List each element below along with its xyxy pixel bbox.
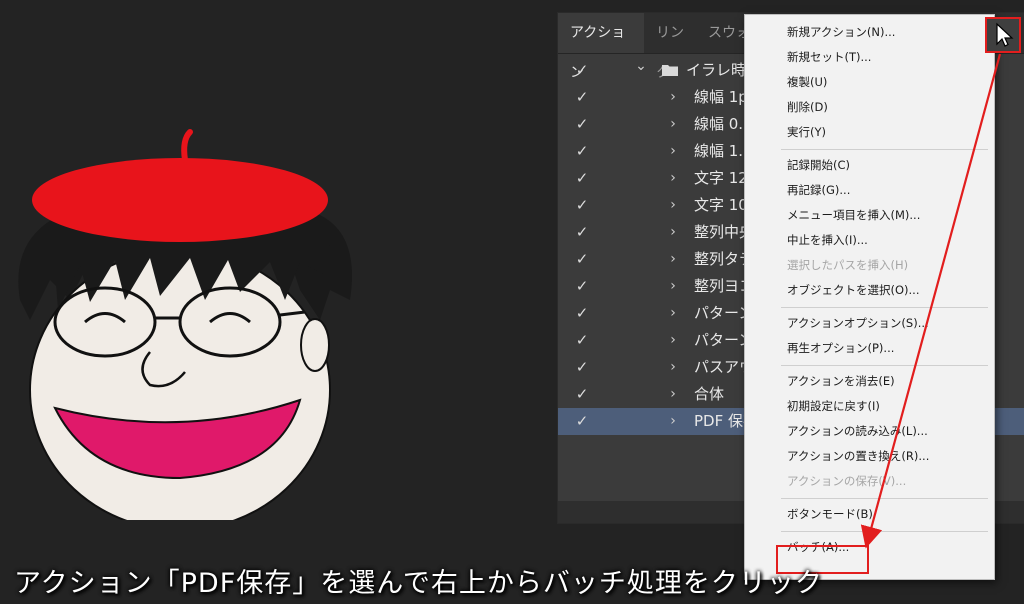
toggle-check-icon[interactable]: ✓	[572, 273, 592, 300]
toggle-check-icon[interactable]: ✓	[572, 327, 592, 354]
toggle-check-icon[interactable]: ✓	[572, 84, 592, 111]
folder-icon	[662, 65, 678, 76]
chevron-right-icon[interactable]: ›	[666, 327, 680, 354]
menu-separator	[781, 307, 988, 308]
menu-item[interactable]: 初期設定に戻す(I)	[787, 395, 880, 417]
toggle-check-icon[interactable]: ✓	[572, 111, 592, 138]
menu-item[interactable]: アクションの読み込み(L)...	[787, 420, 928, 442]
chevron-right-icon[interactable]: ›	[666, 246, 680, 273]
chevron-right-icon[interactable]: ›	[666, 273, 680, 300]
chevron-right-icon[interactable]: ›	[666, 219, 680, 246]
beret-stem	[181, 129, 193, 163]
ear	[300, 318, 330, 372]
tab-links[interactable]: リンク	[644, 13, 696, 81]
chevron-right-icon[interactable]: ›	[666, 84, 680, 111]
toggle-check-icon[interactable]: ✓	[572, 219, 592, 246]
menu-separator	[781, 498, 988, 499]
toggle-check-icon[interactable]: ✓	[572, 246, 592, 273]
character-illustration	[18, 129, 352, 520]
menu-item[interactable]: 再記録(G)...	[787, 179, 850, 201]
menu-item[interactable]: アクションオプション(S)...	[787, 312, 929, 334]
toggle-check-icon[interactable]: ✓	[572, 381, 592, 408]
chevron-right-icon[interactable]: ›	[666, 381, 680, 408]
menu-item[interactable]: 新規セット(T)...	[787, 46, 871, 68]
menu-separator	[781, 365, 988, 366]
menu-item[interactable]: オブジェクトを選択(O)...	[787, 279, 920, 301]
chevron-right-icon[interactable]: ›	[666, 111, 680, 138]
panel-flyout-menu: 新規アクション(N)... 新規セット(T)... 複製(U) 削除(D) 実行(Y) 記…	[744, 14, 995, 580]
menu-item[interactable]: 削除(D)	[787, 96, 828, 118]
toggle-check-icon[interactable]: ✓	[572, 165, 592, 192]
menu-item[interactable]: 新規アクション(N)...	[787, 21, 895, 43]
chevron-right-icon[interactable]: ›	[666, 192, 680, 219]
menu-separator	[781, 149, 988, 150]
menu-item[interactable]: メニュー項目を挿入(M)...	[787, 204, 920, 226]
menu-item: 選択したパスを挿入(H)	[787, 258, 909, 272]
toggle-check-icon[interactable]: ✓	[572, 354, 592, 381]
menu-button-highlight	[985, 17, 1021, 53]
chevron-right-icon[interactable]: ›	[666, 138, 680, 165]
menu-item[interactable]: 中止を挿入(I)...	[787, 229, 868, 251]
menu-item[interactable]: アクションの置き換え(R)...	[787, 445, 929, 467]
chevron-right-icon[interactable]: ›	[666, 354, 680, 381]
chevron-right-icon[interactable]: ›	[666, 408, 680, 435]
chevron-right-icon[interactable]: ›	[666, 165, 680, 192]
toggle-check-icon[interactable]: ✓	[572, 57, 592, 84]
caption-subtitle: アクション「PDF保存」を選んで右上からバッチ処理をクリック	[14, 568, 823, 599]
menu-item[interactable]: ボタンモード(B)	[787, 503, 873, 525]
toggle-check-icon[interactable]: ✓	[572, 138, 592, 165]
menu-item[interactable]: 再生オプション(P)...	[787, 337, 894, 359]
tab-actions[interactable]: アクション	[558, 13, 644, 81]
menu-separator	[781, 531, 988, 532]
tutorial-screenshot: アクション リンク スウォッチ ✓⌄イラレ時短✓›線幅 1pt✓›線幅 0.5p…	[0, 0, 1024, 604]
chevron-down-icon[interactable]: ⌄	[634, 53, 648, 80]
menu-item[interactable]: 記録開始(C)	[787, 154, 850, 176]
toggle-check-icon[interactable]: ✓	[572, 408, 592, 435]
toggle-check-icon[interactable]: ✓	[572, 300, 592, 327]
menu-item: アクションの保存(V)...	[787, 474, 907, 488]
menu-item[interactable]: 複製(U)	[787, 71, 827, 93]
toggle-check-icon[interactable]: ✓	[572, 192, 592, 219]
menu-item[interactable]: アクションを消去(E)	[787, 370, 895, 392]
beret-icon	[32, 158, 328, 242]
menu-item[interactable]: 実行(Y)	[787, 121, 826, 143]
chevron-right-icon[interactable]: ›	[666, 300, 680, 327]
